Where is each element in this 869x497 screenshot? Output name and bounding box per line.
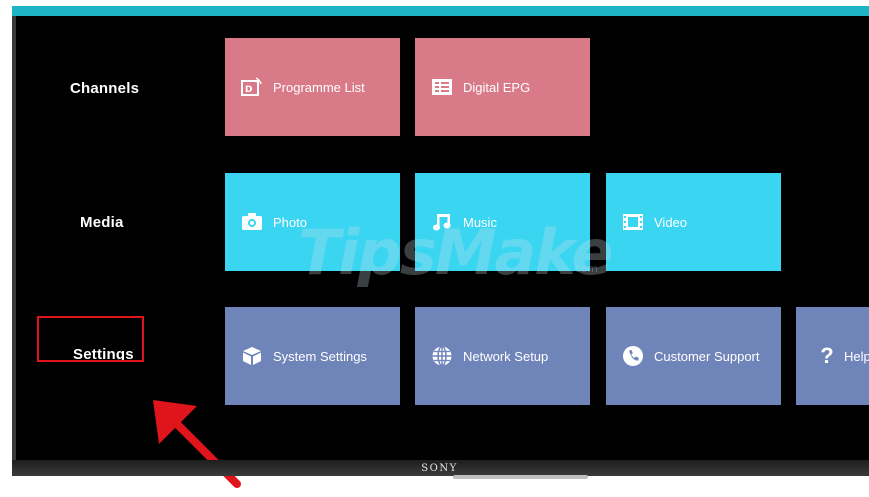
system-settings-tile[interactable]: System Settings <box>225 307 400 405</box>
help-label: Help <box>844 348 869 364</box>
tv-stand-line <box>453 475 588 479</box>
digital-epg-tile[interactable]: Digital EPG <box>415 38 590 136</box>
camera-icon <box>241 211 263 233</box>
system-settings-label: System Settings <box>273 348 367 364</box>
svg-text:D: D <box>245 85 252 95</box>
programme-list-label: Programme List <box>273 79 365 95</box>
phone-icon <box>622 345 644 367</box>
photo-tile[interactable]: Photo <box>225 173 400 271</box>
digital-epg-label: Digital EPG <box>463 79 531 95</box>
row-label-channels[interactable]: Channels <box>70 80 139 97</box>
music-note-icon <box>431 211 453 233</box>
epg-icon <box>431 76 453 98</box>
video-label: Video <box>654 214 688 230</box>
question-icon: ? <box>820 343 834 368</box>
settings-highlight-box <box>37 316 144 362</box>
music-label: Music <box>463 214 497 230</box>
top-accent-strip <box>12 6 869 16</box>
tv-home-screen: Channels Media Settings D Programme List <box>16 16 869 460</box>
customer-support-tile[interactable]: Customer Support <box>606 307 781 405</box>
network-setup-label: Network Setup <box>463 348 549 364</box>
help-tile[interactable]: ? Help <box>796 307 869 405</box>
programme-list-icon: D <box>241 76 263 98</box>
row-label-media[interactable]: Media <box>80 214 124 231</box>
customer-support-label: Customer Support <box>654 348 760 364</box>
globe-icon <box>431 345 453 367</box>
brand-logo: SONY <box>421 463 458 474</box>
cube-icon <box>241 345 263 367</box>
video-tile[interactable]: Video <box>606 173 781 271</box>
red-arrow-annotation <box>153 400 241 488</box>
programme-list-tile[interactable]: D Programme List <box>225 38 400 136</box>
film-icon <box>622 211 644 233</box>
network-setup-tile[interactable]: Network Setup <box>415 307 590 405</box>
photo-label: Photo <box>273 214 307 230</box>
music-tile[interactable]: Music <box>415 173 590 271</box>
